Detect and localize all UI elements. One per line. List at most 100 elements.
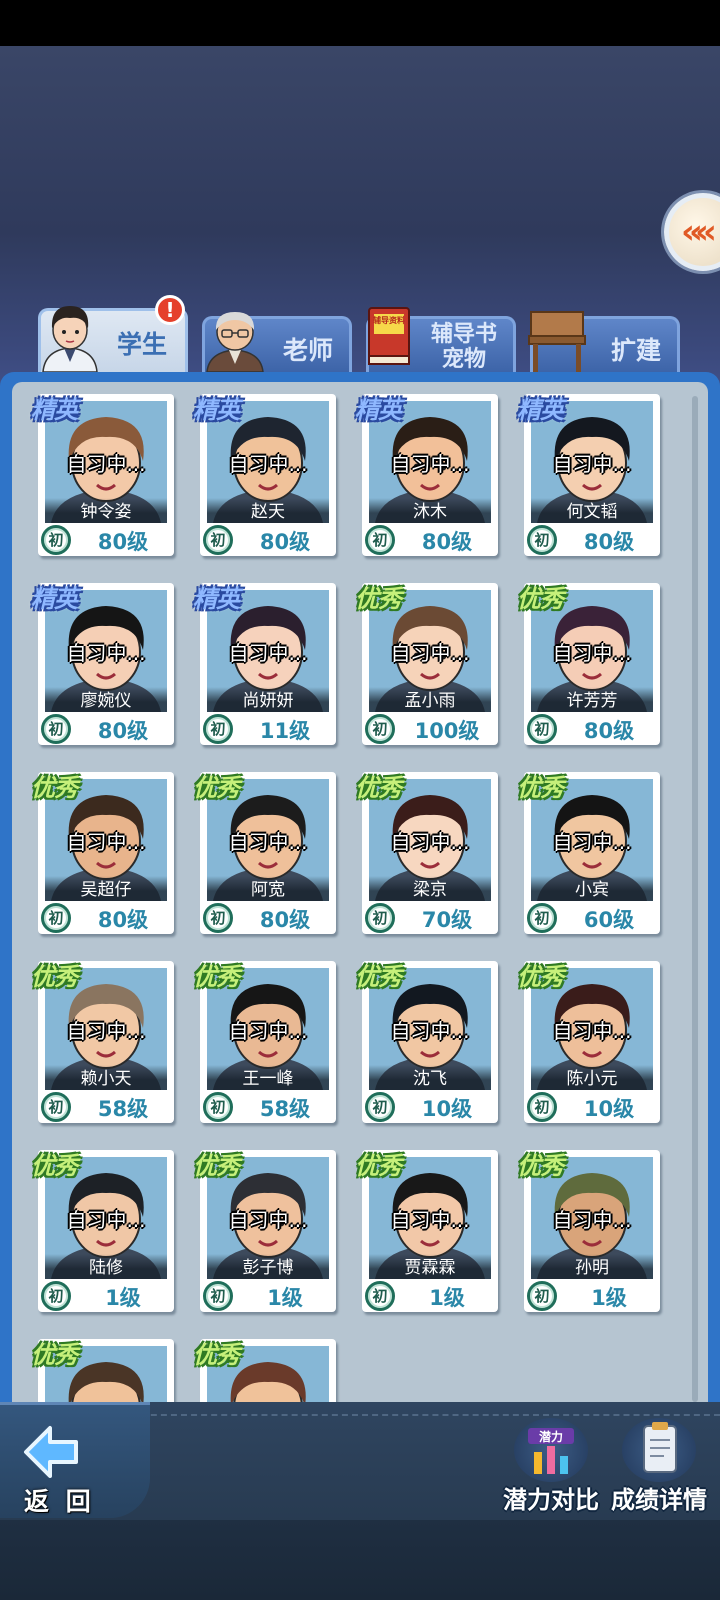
student-card[interactable]: 优秀 [193, 1339, 336, 1402]
student-card[interactable]: 优秀 自习中... 沈飞初 10级 [355, 961, 498, 1123]
study-status: 自习中... [228, 830, 308, 854]
grade-badge-icon: 初 [203, 1281, 233, 1311]
student-level: 60级 [583, 908, 635, 932]
potential-compare-button[interactable]: 潜力 潜力对比 [496, 1418, 606, 1515]
student-level: 1级 [105, 1286, 141, 1310]
student-level: 80级 [97, 530, 149, 554]
student-card[interactable]: 优秀 自习中... 吴超仔初 80级 [31, 772, 174, 934]
student-card[interactable]: 精英 自习中... 钟令姿初 80级 [31, 394, 174, 556]
student-name: 廖婉仪 [45, 687, 167, 712]
student-card[interactable]: 优秀 自习中... 陈小元初 10级 [517, 961, 660, 1123]
student-list-panel: 精英 自习中... 钟令姿初 80级 精英 自习中... 赵天初 80级 精英 自习中... 沐木初… [0, 372, 720, 1402]
report-clipboard-icon [643, 1422, 677, 1473]
tutorial-book-icon: 辅导资料 [368, 307, 410, 365]
grade-badge-icon: 初 [365, 714, 395, 744]
rank-badge: 精英 [517, 396, 565, 425]
rank-badge: 优秀 [517, 774, 565, 803]
student-card[interactable]: 优秀 自习中... 梁京初 70级 [355, 772, 498, 934]
student-card[interactable]: 优秀 自习中... 许芳芳初 80级 [517, 583, 660, 745]
student-level: 11级 [259, 719, 311, 743]
student-card[interactable]: 优秀 自习中... 孟小雨初 100级 [355, 583, 498, 745]
student-card[interactable]: 优秀 [31, 1339, 174, 1402]
back-button-label: 返 回 [24, 1487, 95, 1516]
level-row: 初 1级 [362, 1280, 498, 1312]
rank-badge: 优秀 [31, 1152, 79, 1181]
grade-badge-icon: 初 [203, 525, 233, 555]
level-row: 初 60级 [524, 902, 660, 934]
student-card[interactable]: 精英 自习中... 何文韬初 80级 [517, 394, 660, 556]
student-name: 何文韬 [531, 498, 653, 523]
svg-text:潜力: 潜力 [539, 1429, 563, 1444]
student-name: 钟令姿 [45, 498, 167, 523]
level-row: 初 10级 [362, 1091, 498, 1123]
back-arrow-icon [24, 1426, 78, 1478]
grade-badge-icon: 初 [41, 1092, 71, 1122]
rank-badge: 优秀 [517, 1152, 565, 1181]
grade-badge-icon: 初 [41, 1281, 71, 1311]
student-level: 10级 [421, 1097, 473, 1121]
level-row: 初 1级 [200, 1280, 336, 1312]
teacher-avatar-icon [206, 312, 264, 372]
level-row: 初 80级 [200, 524, 336, 556]
level-row: 初 1级 [524, 1280, 660, 1312]
study-status: 自习中... [228, 1019, 308, 1043]
student-level: 100级 [414, 719, 480, 743]
student-name: 阿宽 [207, 876, 329, 901]
tab-teachers-label: 老师 [282, 336, 333, 365]
student-name: 陈小元 [531, 1065, 653, 1090]
student-grid[interactable]: 精英 自习中... 钟令姿初 80级 精英 自习中... 赵天初 80级 精英 自习中... 沐木初… [12, 382, 708, 1402]
student-card[interactable]: 优秀 自习中... 阿宽初 80级 [193, 772, 336, 934]
tab-expand-label: 扩建 [610, 336, 661, 365]
rank-badge: 优秀 [355, 774, 403, 803]
tab-students-label: 学生 [116, 330, 167, 359]
student-card[interactable]: 优秀 自习中... 陆修初 1级 [31, 1150, 174, 1312]
student-card[interactable]: 优秀 自习中... 彭子博初 1级 [193, 1150, 336, 1312]
tab-students[interactable]: 学生 ! [38, 295, 188, 372]
score-details-button[interactable]: 成绩详情 [604, 1418, 714, 1515]
study-status: 自习中... [66, 641, 146, 665]
grade-badge-icon: 初 [365, 525, 395, 555]
student-card[interactable]: 优秀 自习中... 孙明初 1级 [517, 1150, 660, 1312]
student-card[interactable]: 优秀 自习中... 贾霖霖初 1级 [355, 1150, 498, 1312]
student-card[interactable]: 精英 自习中... 廖婉仪初 80级 [31, 583, 174, 745]
student-card[interactable]: 优秀 自习中... 小宾初 60级 [517, 772, 660, 934]
student-level: 1级 [429, 1286, 465, 1310]
desk-icon [528, 311, 586, 372]
student-level: 80级 [97, 719, 149, 743]
student-card[interactable]: 精英 自习中... 沐木初 80级 [355, 394, 498, 556]
category-tabs: 学生 ! 老师 辅导资料 辅导书 宠物 扩建 [0, 290, 720, 372]
scrollbar[interactable] [692, 396, 698, 1402]
student-level: 80级 [259, 530, 311, 554]
score-details-label: 成绩详情 [611, 1486, 707, 1514]
rank-badge: 优秀 [517, 585, 565, 614]
tab-books-pets[interactable]: 辅导资料 辅导书 宠物 [366, 307, 516, 372]
student-name: 王一峰 [207, 1065, 329, 1090]
grade-badge-icon: 初 [365, 1281, 395, 1311]
student-name: 小宾 [531, 876, 653, 901]
student-card[interactable]: 精英 自习中... 赵天初 80级 [193, 394, 336, 556]
tab-expand[interactable]: 扩建 [528, 311, 680, 372]
student-card[interactable]: 优秀 自习中... 王一峰初 58级 [193, 961, 336, 1123]
level-row: 初 80级 [38, 902, 174, 934]
student-level: 58级 [259, 1097, 311, 1121]
tab-teachers[interactable]: 老师 [202, 312, 352, 372]
student-level: 70级 [421, 908, 473, 932]
study-status: 自习中... [228, 641, 308, 665]
student-card[interactable]: 精英 自习中... 尚妍妍初 11级 [193, 583, 336, 745]
student-name: 沈飞 [369, 1065, 491, 1090]
rank-badge: 精英 [193, 585, 241, 614]
student-name: 吴超仔 [45, 876, 167, 901]
student-name: 贾霖霖 [369, 1254, 491, 1279]
rank-badge: 优秀 [355, 1152, 403, 1181]
student-name: 孟小雨 [369, 687, 491, 712]
level-row: 初 58级 [200, 1091, 336, 1123]
student-name: 孙明 [531, 1254, 653, 1279]
level-row: 初 80级 [38, 524, 174, 556]
grade-badge-icon: 初 [203, 1092, 233, 1122]
level-row: 初 1级 [38, 1280, 174, 1312]
svg-text:辅导资料: 辅导资料 [373, 315, 405, 325]
student-level: 1级 [267, 1286, 303, 1310]
level-row: 初 80级 [38, 713, 174, 745]
student-name: 赵天 [207, 498, 329, 523]
student-card[interactable]: 优秀 自习中... 赖小天初 58级 [31, 961, 174, 1123]
